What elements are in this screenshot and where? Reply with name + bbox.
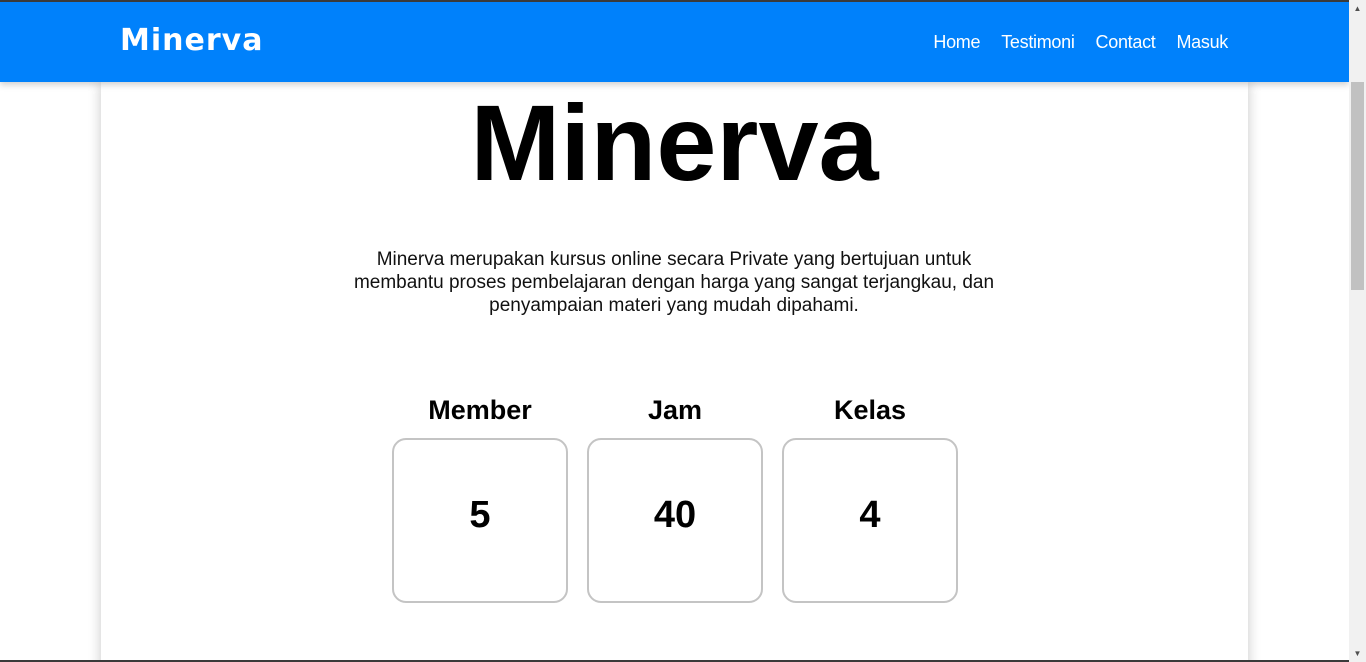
stat-box: 4 xyxy=(782,438,958,603)
stat-label: Jam xyxy=(647,395,703,425)
navbar: Minerva Home Testimoni Contact Masuk xyxy=(0,2,1349,82)
window-top-border xyxy=(0,0,1349,2)
stat-box: 5 xyxy=(392,438,568,603)
stat-jam: Jam 40 xyxy=(587,392,763,603)
nav-menu: Home Testimoni Contact Masuk xyxy=(912,2,1228,82)
hero-description: Minerva merupakan kursus online secara P… xyxy=(353,249,995,316)
stat-box: 40 xyxy=(587,438,763,603)
stats-section: Member 5 Jam 40 Kelas 4 xyxy=(392,392,958,603)
page: Minerva Home Testimoni Contact Masuk Min… xyxy=(0,0,1366,662)
stat-member: Member 5 xyxy=(392,392,568,603)
scroll-down-arrow-icon[interactable]: ▼ xyxy=(1349,645,1366,662)
stat-kelas: Kelas 4 xyxy=(782,392,958,603)
hero-title: Minerva xyxy=(470,82,879,203)
scroll-up-arrow-icon[interactable]: ▲ xyxy=(1349,0,1366,17)
nav-link-contact[interactable]: Contact xyxy=(1096,32,1156,53)
scrollbar-thumb[interactable] xyxy=(1351,82,1364,290)
logo[interactable]: Minerva xyxy=(120,24,263,58)
logo-text: Minerva xyxy=(120,23,264,58)
stat-value: 4 xyxy=(859,494,881,536)
nav-link-testimoni[interactable]: Testimoni xyxy=(1001,32,1075,53)
vertical-scrollbar[interactable]: ▲ ▼ xyxy=(1349,0,1366,662)
stat-value: 5 xyxy=(469,494,491,536)
stat-value: 40 xyxy=(653,494,697,536)
nav-link-masuk[interactable]: Masuk xyxy=(1176,32,1228,53)
stat-label: Member xyxy=(428,395,532,425)
nav-link-home[interactable]: Home xyxy=(933,32,980,53)
stat-label: Kelas xyxy=(833,395,907,425)
